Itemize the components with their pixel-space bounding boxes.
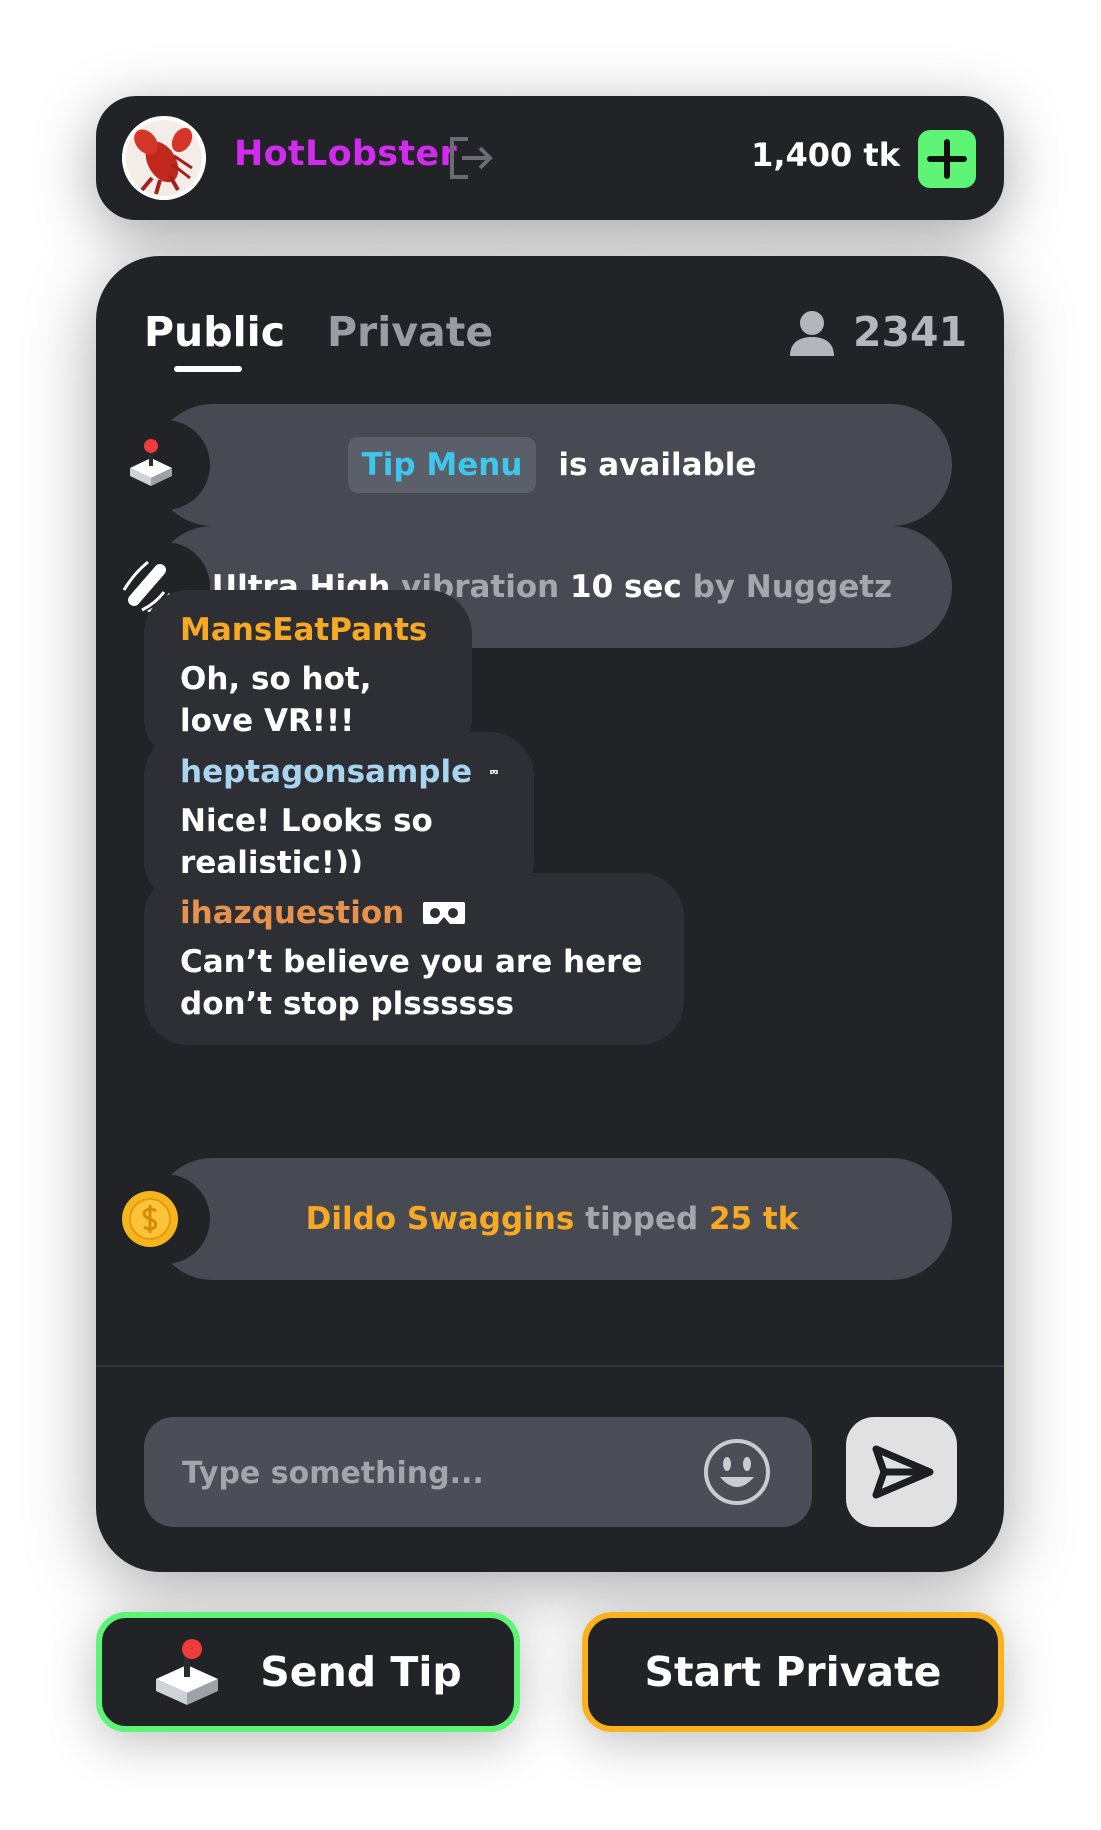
tip-amount: 25 tk (708, 1201, 799, 1237)
logout-icon[interactable] (448, 136, 494, 180)
token-balance: 1,400 tk (751, 136, 900, 174)
smiley-icon[interactable] (702, 1437, 772, 1507)
plus-icon (927, 139, 967, 179)
tip-menu-notice: Tip Menu is available (152, 404, 952, 526)
message-text: Can’t believe you are here don’t stop pl… (180, 944, 643, 1022)
message-text: Oh, so hot, love VR!!! (180, 661, 372, 739)
chat-panel: Public Private 2341 Tip Menu is availabl… (96, 256, 1004, 1572)
tip-menu-text: is available (558, 447, 757, 483)
start-private-label: Start Private (644, 1648, 942, 1696)
tab-private[interactable]: Private (327, 308, 493, 356)
tip-notice: Dildo Swaggins tipped 25 tk (152, 1158, 952, 1280)
message-author[interactable]: heptagonsample (180, 754, 472, 790)
input-divider (96, 1365, 1004, 1367)
send-icon (872, 1445, 934, 1499)
joystick-icon (156, 1639, 219, 1705)
message-author-row: heptagonsample (180, 754, 498, 790)
message-author[interactable]: MansEatPants (180, 612, 427, 648)
add-tokens-button[interactable] (918, 130, 976, 188)
user-bar: HotLobster 1,400 tk (96, 96, 1004, 220)
start-private-button[interactable]: Start Private (582, 1612, 1004, 1732)
tipper-name[interactable]: Dildo Swaggins (306, 1201, 575, 1237)
coin-badge (120, 1174, 210, 1264)
username[interactable]: HotLobster (234, 134, 457, 174)
lobster-avatar-icon (122, 116, 206, 200)
tab-public[interactable]: Public (144, 308, 285, 356)
message-input-box (144, 1417, 812, 1529)
message-author-row: MansEatPants (180, 612, 436, 648)
vr-headset-icon (490, 770, 498, 774)
message-input[interactable] (180, 1417, 684, 1529)
viewer-count: 2341 (853, 308, 968, 356)
active-tab-indicator (174, 366, 242, 372)
chat-message: ihazquestion Can’t believe you are here … (144, 873, 684, 1045)
tip-menu-link[interactable]: Tip Menu (347, 437, 537, 493)
viewers-icon (790, 311, 834, 356)
avatar[interactable] (122, 116, 206, 200)
vibration-duration: 10 sec (570, 569, 682, 605)
vibration-author: by Nuggetz (681, 569, 893, 605)
message-author-row: ihazquestion (180, 895, 648, 931)
message-text: Nice! Looks so realistic!)) (180, 803, 433, 881)
joystick-icon (130, 439, 172, 486)
send-tip-label: Send Tip (260, 1648, 462, 1696)
message-author[interactable]: ihazquestion (180, 895, 404, 931)
send-message-button[interactable] (846, 1417, 957, 1527)
coin-icon (122, 1191, 178, 1247)
send-tip-button[interactable]: Send Tip (96, 1612, 520, 1732)
tip-verb: tipped (574, 1201, 709, 1237)
joystick-badge (120, 420, 210, 510)
vr-headset-icon (423, 902, 466, 924)
